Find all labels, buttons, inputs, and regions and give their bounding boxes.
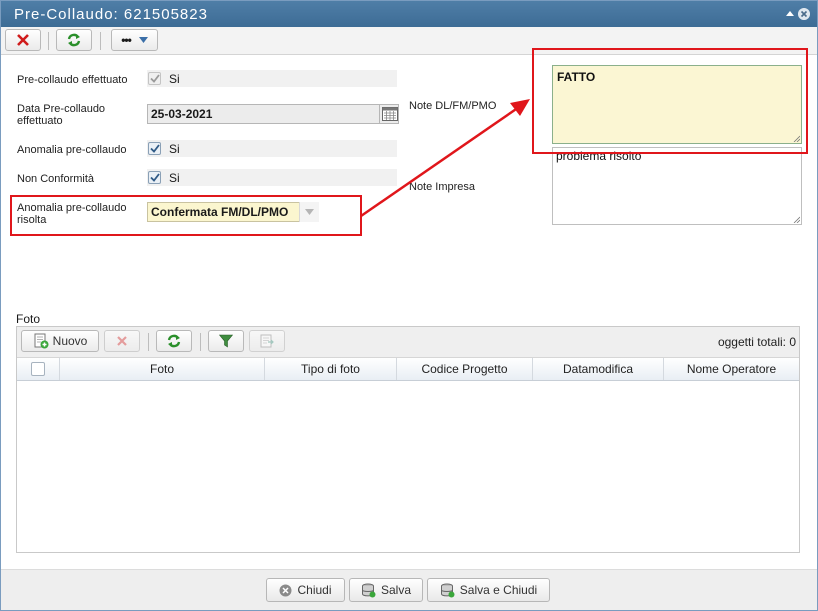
refresh-foto-button[interactable] <box>156 330 192 352</box>
refresh-icon <box>167 334 181 348</box>
non-conformita-label: Non Conformità <box>17 173 95 185</box>
close-circle-icon <box>279 584 292 596</box>
check-icon <box>149 74 160 83</box>
foto-grid-toolbar: Nuovo oggetti totali: 0 <box>17 327 799 357</box>
non-conformita-value: Si <box>169 171 180 185</box>
total-count: oggetti totali: 0 <box>717 335 796 349</box>
salva-label: Salva <box>380 583 412 597</box>
salva-chiudi-label: Salva e Chiudi <box>459 583 538 597</box>
close-window-icon[interactable] <box>798 8 810 20</box>
foto-grid: Nuovo oggetti totali: 0 Foto Tipo di fot… <box>16 326 800 553</box>
check-icon <box>149 173 160 182</box>
salva-button[interactable]: Salva <box>349 578 423 602</box>
resize-grip-icon[interactable] <box>793 216 800 223</box>
delete-foto-button[interactable] <box>104 330 140 352</box>
column-header-nome-operatore[interactable]: Nome Operatore <box>664 358 799 380</box>
database-save-icon <box>361 583 376 597</box>
toolbar-divider <box>100 32 101 50</box>
column-header-tipo-foto[interactable]: Tipo di foto <box>265 358 397 380</box>
column-header-datamodifica[interactable]: Datamodifica <box>533 358 664 380</box>
add-document-icon <box>34 333 49 349</box>
refresh-icon <box>67 33 81 47</box>
toolbar-divider <box>48 32 49 50</box>
delete-button[interactable] <box>5 29 41 51</box>
highlight-box-note-dl <box>532 48 808 154</box>
precollaudo-effettuato-value: Si <box>169 72 180 86</box>
export-button[interactable] <box>249 330 285 352</box>
precollaudo-effettuato-field <box>147 70 397 87</box>
nuovo-label: Nuovo <box>52 334 88 348</box>
foto-grid-header: Foto Tipo di foto Codice Progetto Datamo… <box>17 357 799 381</box>
salva-chiudi-button[interactable]: Salva e Chiudi <box>427 578 550 602</box>
select-all-checkbox[interactable] <box>31 362 45 376</box>
database-save-close-icon <box>440 583 455 597</box>
select-all-column <box>17 358 60 380</box>
column-header-codice-progetto[interactable]: Codice Progetto <box>397 358 533 380</box>
chevron-down-icon <box>138 37 148 43</box>
window-title: Pre-Collaudo: 621505823 <box>14 6 208 23</box>
filter-button[interactable] <box>208 330 244 352</box>
more-icon: ••• <box>121 33 132 47</box>
anomalia-precollaudo-value: Si <box>169 142 180 156</box>
highlight-box-anomalia-risolta <box>10 195 362 236</box>
collapse-icon[interactable] <box>784 8 796 20</box>
chiudi-label: Chiudi <box>297 583 332 597</box>
window-footer: Chiudi Salva Salva e Chiudi <box>1 569 817 610</box>
anomalia-precollaudo-label: Anomalia pre-collaudo <box>17 144 127 156</box>
x-icon <box>117 336 127 346</box>
refresh-button[interactable] <box>56 29 92 51</box>
precollaudo-effettuato-label: Pre-collaudo effettuato <box>17 74 128 86</box>
non-conformita-checkbox[interactable] <box>148 171 161 184</box>
export-icon <box>260 334 274 348</box>
x-icon <box>17 34 29 46</box>
note-impresa-textarea[interactable]: problema risolto <box>552 147 802 225</box>
foto-section-title: Foto <box>16 312 41 326</box>
toolbar-divider <box>200 333 201 351</box>
filter-icon <box>219 334 233 348</box>
nuovo-button[interactable]: Nuovo <box>21 330 99 352</box>
precollaudo-effettuato-checkbox[interactable] <box>148 72 161 85</box>
toolbar-divider <box>148 333 149 351</box>
anomalia-precollaudo-checkbox[interactable] <box>148 142 161 155</box>
column-header-foto[interactable]: Foto <box>60 358 265 380</box>
more-menu-button[interactable]: ••• <box>111 29 158 51</box>
pre-collaudo-window: Pre-Collaudo: 621505823 ••• Pre-collaudo… <box>0 0 818 611</box>
window-titlebar: Pre-Collaudo: 621505823 <box>1 1 817 27</box>
chiudi-button[interactable]: Chiudi <box>266 578 345 602</box>
data-precollaudo-label: Data Pre-collaudo effettuato <box>17 103 106 127</box>
check-icon <box>149 144 160 153</box>
red-arrow-annotation <box>360 99 530 218</box>
